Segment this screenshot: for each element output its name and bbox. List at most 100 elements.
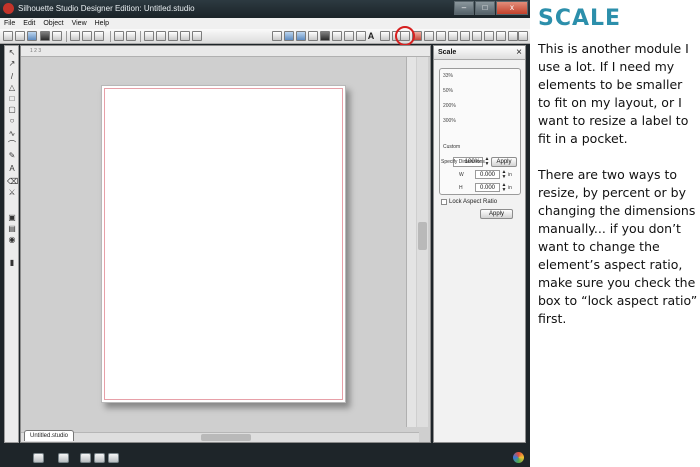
design-page-icon[interactable]: ▣ (7, 213, 17, 223)
pan-hand-icon[interactable] (180, 31, 190, 41)
store-icon[interactable] (508, 31, 518, 41)
height-stepper-icon[interactable]: ▲ ▼ (501, 183, 507, 193)
horizontal-scroll-thumb[interactable] (201, 434, 251, 441)
title-bar: Silhouette Studio Designer Edition: Unti… (0, 0, 530, 18)
print-icon[interactable] (40, 31, 50, 41)
lock-aspect-ratio-checkbox[interactable] (441, 199, 447, 205)
width-stepper-icon[interactable]: ▲ ▼ (501, 170, 507, 180)
redo-icon[interactable] (126, 31, 136, 41)
blog-annotation: SCALE This is another module I use a lot… (538, 6, 698, 328)
fill-color-icon[interactable] (320, 31, 330, 41)
align-icon[interactable] (380, 31, 390, 41)
horizontal-scrollbar[interactable] (21, 432, 419, 442)
menu-object[interactable]: Object (39, 18, 67, 29)
select-arrow-icon[interactable]: ↖ (7, 48, 17, 58)
screenshot-root: Silhouette Studio Designer Edition: Unti… (0, 0, 700, 467)
zoom-select-icon[interactable] (168, 31, 178, 41)
scale-option-50[interactable]: 50% (443, 88, 453, 94)
height-input[interactable]: 0.000 (475, 183, 500, 192)
eraser-icon[interactable] (472, 31, 482, 41)
copy-icon[interactable] (82, 31, 92, 41)
cut-icon[interactable] (70, 31, 80, 41)
save-icon[interactable] (27, 31, 37, 41)
grid-settings-icon[interactable] (284, 31, 294, 41)
rounded-rectangle-icon[interactable]: ▢ (7, 105, 17, 115)
line-style-icon[interactable] (344, 31, 354, 41)
cut-settings-icon[interactable] (308, 31, 318, 41)
zoom-out-icon[interactable] (156, 31, 166, 41)
app-logo-icon (3, 3, 14, 14)
menu-file[interactable]: File (0, 18, 19, 29)
paste-icon[interactable] (94, 31, 104, 41)
curve-tool-icon[interactable]: ∿ (7, 129, 17, 139)
compound-path-icon[interactable] (108, 453, 119, 463)
vertical-scroll-thumb[interactable] (418, 222, 427, 250)
toolbar-separator (140, 31, 141, 42)
design-canvas[interactable]: 1 2 3 (20, 45, 431, 443)
dimensions-apply-button[interactable]: Apply (480, 209, 513, 219)
rectangle-tool-icon[interactable]: □ (7, 94, 17, 104)
window-controls: – □ x (453, 1, 528, 17)
freehand-tool-icon[interactable]: ✎ (7, 151, 17, 161)
trace-icon[interactable] (436, 31, 446, 41)
library-icon[interactable] (496, 31, 506, 41)
app-window: Silhouette Studio Designer Edition: Unti… (0, 0, 530, 467)
vertical-scrollbar[interactable] (417, 57, 428, 427)
send-to-cutter-icon[interactable] (52, 31, 62, 41)
silhouette-logo-icon (513, 452, 524, 463)
text-style-icon[interactable] (356, 31, 366, 41)
scale-option-200[interactable]: 200% (443, 103, 456, 109)
menu-bar: File Edit Object View Help (0, 18, 530, 29)
width-unit: in (508, 172, 512, 178)
registration-marks-icon[interactable] (296, 31, 306, 41)
offset-icon[interactable] (424, 31, 434, 41)
width-label: W (459, 172, 464, 178)
scale-option-300[interactable]: 300% (443, 118, 456, 124)
knife-icon[interactable] (460, 31, 470, 41)
transform-icon[interactable] (448, 31, 458, 41)
scale-option-33[interactable]: 33% (443, 73, 453, 79)
zoom-in-icon[interactable] (144, 31, 154, 41)
show-cut-style-icon[interactable] (33, 453, 44, 463)
text-tool-side-icon[interactable]: A (7, 164, 17, 174)
cut-send-icon[interactable] (518, 31, 528, 41)
fit-to-page-icon[interactable] (192, 31, 202, 41)
menu-edit[interactable]: Edit (19, 18, 39, 29)
ungroup-icon[interactable] (94, 453, 105, 463)
zoom-slider-icon[interactable]: ▮ (7, 258, 17, 268)
page-setup-icon[interactable] (272, 31, 282, 41)
scale-panel-close-icon[interactable]: × (516, 46, 522, 60)
line-color-icon[interactable] (332, 31, 342, 41)
toolbar-separator (110, 31, 111, 42)
menu-view[interactable]: View (68, 18, 91, 29)
custom-scale-apply-button[interactable]: Apply (491, 157, 517, 167)
text-tool-icon[interactable]: A (366, 31, 376, 41)
eraser-tool-icon[interactable]: ⌫ (7, 177, 18, 187)
library-side-icon[interactable]: ▤ (7, 224, 17, 234)
minimize-button[interactable]: – (454, 1, 474, 15)
group-icon[interactable] (80, 453, 91, 463)
line-tool-icon[interactable]: / (7, 72, 17, 82)
width-input[interactable]: 0.000 (475, 170, 500, 179)
polygon-tool-icon[interactable]: △ (7, 83, 17, 93)
edit-points-icon[interactable]: ↗ (7, 59, 17, 69)
close-window-button[interactable]: x (496, 1, 528, 15)
ruler-marking: 1 2 3 (30, 48, 42, 54)
custom-scale-label: Custom (443, 144, 461, 150)
undo-icon[interactable] (114, 31, 124, 41)
maximize-button[interactable]: □ (475, 1, 495, 15)
arc-tool-icon[interactable]: ⌒ (7, 140, 17, 150)
new-document-icon[interactable] (3, 31, 13, 41)
show-grid-icon[interactable] (58, 453, 69, 463)
menu-help[interactable]: Help (91, 18, 113, 29)
knife-tool-icon[interactable]: ⚔ (7, 188, 17, 198)
open-document-icon[interactable] (15, 31, 25, 41)
toolbar-separator (66, 31, 67, 42)
document-tab[interactable]: Untitled.studio (24, 430, 74, 441)
height-label: H (459, 185, 463, 191)
pen-icon[interactable] (484, 31, 494, 41)
online-store-icon[interactable]: ◉ (7, 235, 17, 245)
design-page[interactable] (101, 85, 346, 403)
cut-border (104, 88, 343, 400)
ellipse-tool-icon[interactable]: ○ (7, 116, 17, 126)
